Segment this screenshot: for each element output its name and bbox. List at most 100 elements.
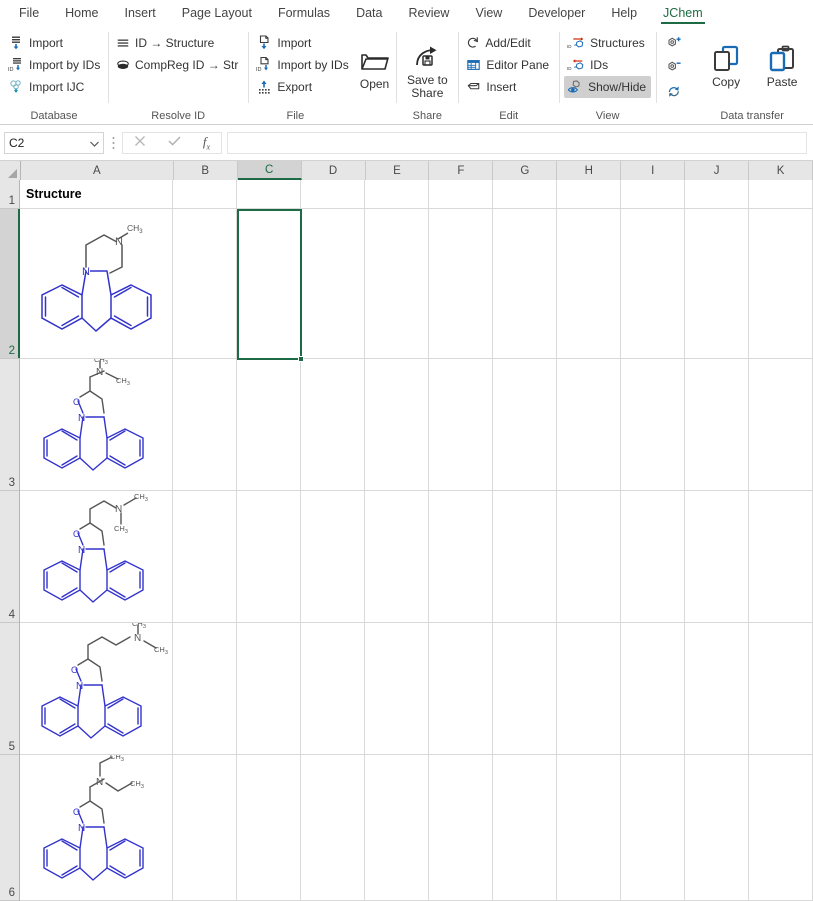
cell-a3[interactable]: O N N CH3 CH3 bbox=[20, 359, 173, 490]
ribbon-tab-formulas[interactable]: Formulas bbox=[265, 0, 343, 26]
database-import-button[interactable]: Import bbox=[5, 32, 105, 54]
ribbon-tab-home[interactable]: Home bbox=[52, 0, 111, 26]
cell-i4[interactable] bbox=[621, 491, 685, 622]
open-button[interactable]: Open bbox=[358, 46, 392, 91]
cell-i3[interactable] bbox=[621, 359, 685, 490]
cell-f2[interactable] bbox=[429, 209, 493, 358]
confirm-check-icon[interactable] bbox=[168, 135, 181, 150]
cell-e4[interactable] bbox=[365, 491, 429, 622]
cell-j4[interactable] bbox=[685, 491, 749, 622]
compreg-id-to-structure-button[interactable]: CompReg ID → Str bbox=[113, 54, 243, 76]
cell-j6[interactable] bbox=[685, 755, 749, 900]
cell-d5[interactable] bbox=[301, 623, 365, 754]
column-header-b[interactable]: B bbox=[174, 161, 238, 180]
cell-e6[interactable] bbox=[365, 755, 429, 900]
column-header-e[interactable]: E bbox=[366, 161, 430, 180]
ribbon-tab-data[interactable]: Data bbox=[343, 0, 395, 26]
row-header-4[interactable]: 4 bbox=[0, 491, 19, 623]
cell-i1[interactable] bbox=[621, 180, 685, 208]
column-header-c[interactable]: C bbox=[238, 161, 302, 180]
name-box[interactable]: C2 bbox=[4, 132, 104, 154]
cell-d3[interactable] bbox=[301, 359, 365, 490]
show-structures-button[interactable]: ID Structures bbox=[564, 32, 651, 54]
fill-handle[interactable] bbox=[298, 356, 304, 362]
cell-c5[interactable] bbox=[237, 623, 301, 754]
ribbon-tab-view[interactable]: View bbox=[462, 0, 515, 26]
select-all-corner[interactable] bbox=[0, 161, 21, 180]
cell-i5[interactable] bbox=[621, 623, 685, 754]
cell-h2[interactable] bbox=[557, 209, 621, 358]
ribbon-tab-review[interactable]: Review bbox=[395, 0, 462, 26]
column-header-j[interactable]: J bbox=[685, 161, 749, 180]
ribbon-tab-page-layout[interactable]: Page Layout bbox=[169, 0, 265, 26]
ribbon-tab-insert[interactable]: Insert bbox=[112, 0, 169, 26]
cell-a4[interactable]: O N N CH3 CH3 bbox=[20, 491, 173, 622]
cell-h6[interactable] bbox=[557, 755, 621, 900]
cell-h4[interactable] bbox=[557, 491, 621, 622]
cell-k3[interactable] bbox=[749, 359, 813, 490]
cell-h5[interactable] bbox=[557, 623, 621, 754]
ribbon-tab-file[interactable]: File bbox=[6, 0, 52, 26]
save-to-share-button[interactable]: Save to Share bbox=[401, 42, 453, 100]
row-header-2[interactable]: 2 bbox=[0, 209, 19, 359]
cell-d1[interactable] bbox=[301, 180, 365, 208]
cell-a1[interactable]: Structure bbox=[20, 180, 173, 208]
cell-g1[interactable] bbox=[493, 180, 557, 208]
cell-g5[interactable] bbox=[493, 623, 557, 754]
cell-e2[interactable] bbox=[365, 209, 429, 358]
cell-c4[interactable] bbox=[237, 491, 301, 622]
column-header-i[interactable]: I bbox=[621, 161, 685, 180]
cell-b4[interactable] bbox=[173, 491, 237, 622]
row-header-1[interactable]: 1 bbox=[0, 180, 19, 209]
cell-k6[interactable] bbox=[749, 755, 813, 900]
row-header-3[interactable]: 3 bbox=[0, 359, 19, 491]
cell-a6[interactable]: O N N CH3 CH3 bbox=[20, 755, 173, 900]
cell-k1[interactable] bbox=[749, 180, 813, 208]
formula-bar-grip[interactable] bbox=[104, 136, 122, 150]
ribbon-tab-developer[interactable]: Developer bbox=[515, 0, 598, 26]
cell-a5[interactable]: O N N CH3 CH3 bbox=[20, 623, 173, 754]
cell-j1[interactable] bbox=[685, 180, 749, 208]
column-header-f[interactable]: F bbox=[429, 161, 493, 180]
cell-b2[interactable] bbox=[173, 209, 237, 358]
cell-d4[interactable] bbox=[301, 491, 365, 622]
column-header-h[interactable]: H bbox=[557, 161, 621, 180]
cell-c3[interactable] bbox=[237, 359, 301, 490]
cell-j2[interactable] bbox=[685, 209, 749, 358]
cell-b5[interactable] bbox=[173, 623, 237, 754]
file-import-button[interactable]: Import bbox=[253, 32, 353, 54]
row-header-6[interactable]: 6 bbox=[0, 755, 19, 901]
cell-d2[interactable] bbox=[301, 209, 365, 358]
cell-grid[interactable]: Structure bbox=[20, 180, 813, 901]
insert-button[interactable]: Insert bbox=[463, 76, 554, 98]
ribbon-tab-help[interactable]: Help bbox=[598, 0, 650, 26]
cell-k5[interactable] bbox=[749, 623, 813, 754]
database-import-by-ids-button[interactable]: ID Import by IDs bbox=[5, 54, 105, 76]
show-hide-button[interactable]: Show/Hide bbox=[564, 76, 651, 98]
cell-h3[interactable] bbox=[557, 359, 621, 490]
cell-g4[interactable] bbox=[493, 491, 557, 622]
cell-e3[interactable] bbox=[365, 359, 429, 490]
cell-c2[interactable] bbox=[237, 209, 301, 358]
cell-f3[interactable] bbox=[429, 359, 493, 490]
id-to-structure-button[interactable]: ID → Structure bbox=[113, 32, 243, 54]
cell-k4[interactable] bbox=[749, 491, 813, 622]
cell-h1[interactable] bbox=[557, 180, 621, 208]
cell-f1[interactable] bbox=[429, 180, 493, 208]
cell-k2[interactable] bbox=[749, 209, 813, 358]
copy-button[interactable]: Copy bbox=[699, 42, 753, 89]
show-ids-button[interactable]: ID IDs bbox=[564, 54, 651, 76]
column-header-g[interactable]: G bbox=[493, 161, 557, 180]
add-structure-button[interactable] bbox=[663, 32, 689, 56]
row-header-5[interactable]: 5 bbox=[0, 623, 19, 755]
file-import-by-ids-button[interactable]: ID Import by IDs bbox=[253, 54, 353, 76]
cell-b3[interactable] bbox=[173, 359, 237, 490]
add-edit-button[interactable]: Add/Edit bbox=[463, 32, 554, 54]
database-import-ijc-button[interactable]: Import IJC bbox=[5, 76, 105, 98]
cell-i2[interactable] bbox=[621, 209, 685, 358]
cell-c6[interactable] bbox=[237, 755, 301, 900]
paste-button[interactable]: Paste bbox=[755, 42, 809, 89]
file-export-button[interactable]: Export bbox=[253, 76, 353, 98]
cell-j3[interactable] bbox=[685, 359, 749, 490]
cancel-icon[interactable] bbox=[134, 135, 146, 150]
